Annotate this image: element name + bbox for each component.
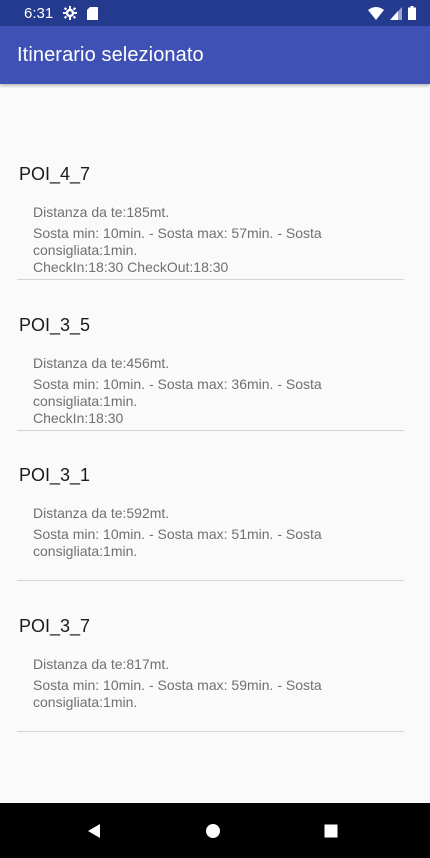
poi-check: CheckIn:18:30 xyxy=(33,410,124,426)
recents-icon[interactable] xyxy=(301,803,361,858)
battery-icon xyxy=(408,6,416,20)
list-item[interactable]: POI_4_7 Distanza da te:185mt. Sosta min:… xyxy=(0,164,430,314)
poi-distance: Distanza da te:817mt. xyxy=(33,656,170,672)
app-bar: Itinerario selezionato xyxy=(0,26,430,84)
poi-sosta: Sosta min: 10min. - Sosta max: 59min. - … xyxy=(33,677,322,710)
status-bar: 6:31 xyxy=(0,0,430,26)
wifi-icon xyxy=(368,6,384,20)
home-icon[interactable] xyxy=(183,803,243,858)
poi-sosta: Sosta min: 10min. - Sosta max: 51min. - … xyxy=(33,526,322,559)
screen: 6:31 Itinerario selezionato POI_4_7 Dist… xyxy=(0,0,430,858)
poi-distance: Distanza da te:592mt. xyxy=(33,505,170,521)
status-left: 6:31 xyxy=(24,4,99,22)
poi-details: Distanza da te:456mt. Sosta min: 10min. … xyxy=(33,355,373,427)
status-time: 6:31 xyxy=(24,4,54,22)
divider xyxy=(17,580,404,581)
list-item[interactable]: POI_3_1 Distanza da te:592mt. Sosta min:… xyxy=(0,465,430,615)
navigation-bar xyxy=(0,803,430,858)
gear-icon xyxy=(63,6,78,20)
page-title: Itinerario selezionato xyxy=(17,43,204,66)
poi-name: POI_3_1 xyxy=(19,465,91,485)
list-item[interactable]: POI_3_5 Distanza da te:456mt. Sosta min:… xyxy=(0,315,430,465)
poi-details: Distanza da te:185mt. Sosta min: 10min. … xyxy=(33,204,373,276)
poi-details: Distanza da te:817mt. Sosta min: 10min. … xyxy=(33,656,373,711)
poi-details: Distanza da te:592mt. Sosta min: 10min. … xyxy=(33,505,373,560)
poi-name: POI_3_7 xyxy=(19,616,91,636)
poi-distance: Distanza da te:185mt. xyxy=(33,204,170,220)
poi-distance: Distanza da te:456mt. xyxy=(33,355,170,371)
list-item[interactable]: POI_3_7 Distanza da te:817mt. Sosta min:… xyxy=(0,616,430,766)
divider xyxy=(17,731,404,732)
divider xyxy=(17,279,404,280)
status-right xyxy=(368,6,416,20)
poi-name: POI_3_5 xyxy=(19,315,91,335)
signal-icon xyxy=(390,6,402,20)
poi-sosta: Sosta min: 10min. - Sosta max: 36min. - … xyxy=(33,376,322,409)
poi-sosta: Sosta min: 10min. - Sosta max: 57min. - … xyxy=(33,225,322,258)
sd-card-icon xyxy=(87,6,99,20)
back-icon[interactable] xyxy=(64,803,124,858)
poi-check: CheckIn:18:30 CheckOut:18:30 xyxy=(33,259,229,275)
divider xyxy=(17,430,404,431)
poi-name: POI_4_7 xyxy=(19,164,91,184)
